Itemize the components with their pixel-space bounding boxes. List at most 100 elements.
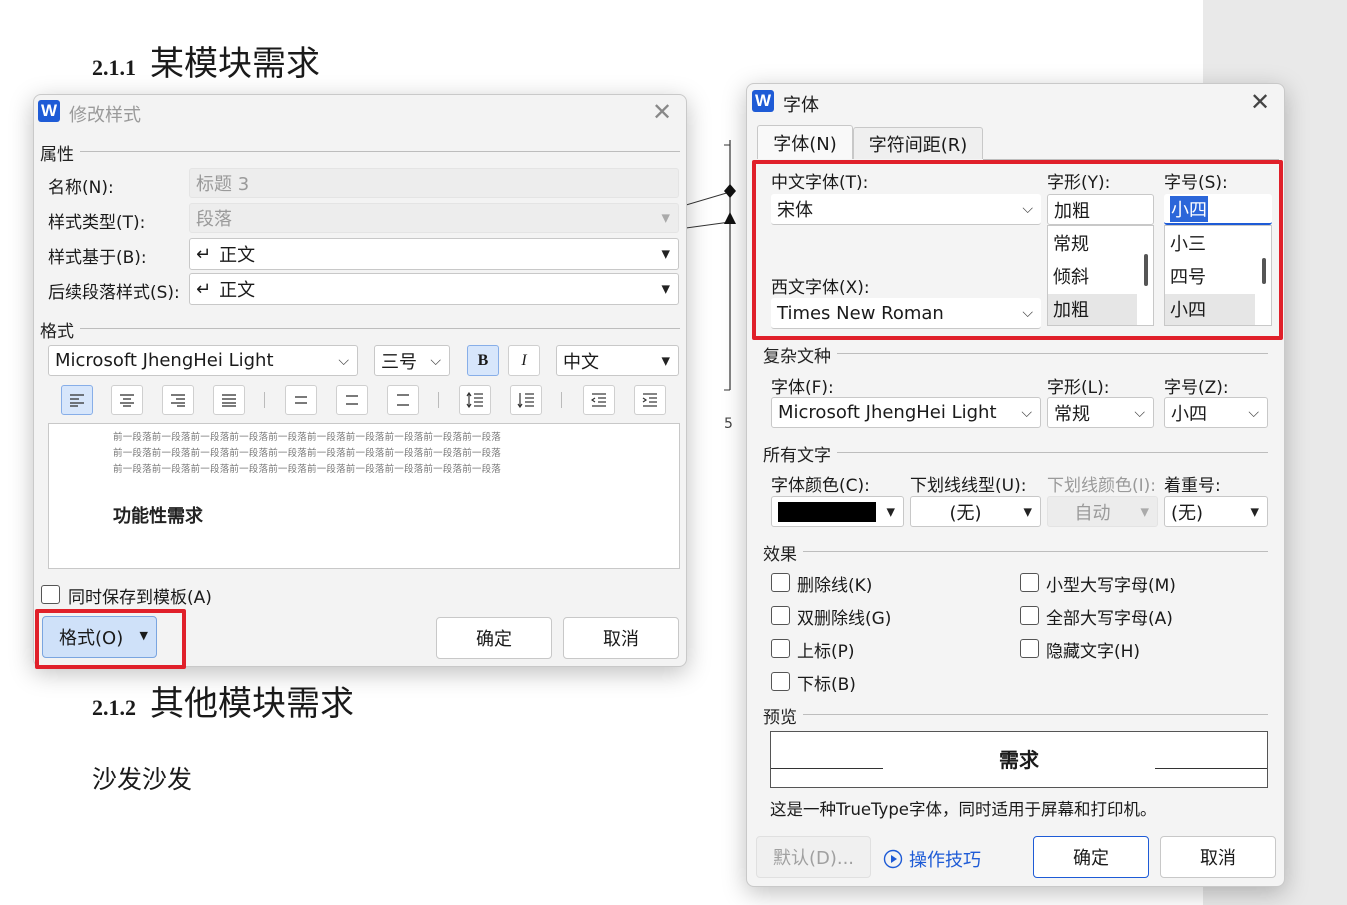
name-value: 标题 3 [196, 174, 250, 195]
ok-button[interactable]: 确定 [436, 617, 552, 659]
superscript-label: 上标(P) [797, 642, 855, 662]
align-right-button[interactable] [162, 385, 194, 415]
small-caps-label: 小型大写字母(M) [1046, 576, 1176, 596]
underline-style-label: 下划线线型(U): [910, 476, 1027, 496]
chevron-down-icon: ⌵ [338, 352, 349, 369]
heading-text: 其他模块需求 [150, 684, 354, 724]
caret-down-icon: ▼ [1023, 505, 1032, 518]
complex-size-select[interactable]: 小四 ⌵ [1164, 397, 1268, 428]
tab-character-spacing[interactable]: 字符间距(R) [853, 127, 983, 159]
chevron-down-icon: ⌵ [1248, 404, 1259, 421]
space-before-button[interactable] [459, 385, 491, 415]
subscript-checkbox[interactable] [771, 672, 790, 691]
italic-button[interactable]: I [508, 345, 540, 376]
underline-style-select[interactable]: (无) ▼ [910, 496, 1041, 527]
increase-indent-button[interactable] [634, 385, 666, 415]
default-button: 默认(D)... [756, 836, 871, 878]
close-icon[interactable]: ✕ [1247, 89, 1273, 115]
format-button-highlight [35, 609, 186, 669]
space-after-button[interactable] [510, 385, 542, 415]
save-to-template-label: 同时保存到模板(A) [68, 588, 212, 608]
language-value: 中文 [563, 351, 599, 373]
font-color-label: 字体颜色(C): [771, 476, 870, 496]
superscript-checkbox[interactable] [771, 639, 790, 658]
font-preview-box: 需求 [770, 731, 1268, 788]
preview-prev-paragraph-1: 前一段落前一段落前一段落前一段落前一段落前一段落前一段落前一段落前一段落前一段落 [113, 432, 502, 443]
paragraph-mark-icon: ↵ [196, 278, 212, 300]
bold-button[interactable]: B [467, 345, 499, 376]
cancel-button[interactable]: 取消 [1160, 836, 1276, 878]
next-style-label: 后续段落样式(S): [48, 283, 180, 303]
all-caps-checkbox[interactable] [1020, 606, 1039, 625]
emphasis-mark-select[interactable]: (无) ▼ [1164, 496, 1268, 527]
divider [837, 452, 1268, 453]
heading-2-1-2: 2.1.2 其他模块需求 [92, 676, 354, 725]
section-all-text: 所有文字 [763, 446, 831, 466]
diagram-label: 5 [724, 416, 733, 432]
font-color-select[interactable]: ▼ [771, 496, 904, 527]
tab-font[interactable]: 字体(N) [757, 125, 853, 159]
align-left-button[interactable] [61, 385, 93, 415]
complex-font-select[interactable]: Microsoft JhengHei Light ⌵ [771, 397, 1041, 428]
title-bar[interactable]: W 字体 ✕ [747, 84, 1284, 118]
style-type-select: 段落 ▼ [189, 203, 679, 233]
font-size-select[interactable]: 三号 ⌵ [374, 345, 450, 376]
heading-number: 2.1.2 [92, 695, 136, 720]
caret-down-icon: ▼ [886, 505, 895, 518]
next-style-select[interactable]: ↵ 正文 ▼ [189, 273, 679, 305]
emphasis-mark-value: (无) [1171, 502, 1204, 524]
heading-number: 2.1.1 [92, 55, 136, 80]
caret-down-icon: ▼ [661, 211, 670, 225]
chevron-down-icon: ⌵ [1021, 404, 1032, 421]
hidden-text-checkbox[interactable] [1020, 639, 1039, 658]
divider [80, 151, 680, 152]
color-swatch [778, 501, 876, 522]
body-paragraph: 沙发沙发 [92, 765, 193, 794]
small-caps-checkbox[interactable] [1020, 573, 1039, 592]
chevron-down-icon: ⌵ [1134, 404, 1145, 421]
line-spacing-single-button[interactable] [285, 385, 317, 415]
wps-logo-icon: W [38, 100, 60, 122]
decrease-indent-button[interactable] [583, 385, 615, 415]
name-input: 标题 3 [189, 168, 679, 198]
complex-size-label: 字号(Z): [1164, 378, 1229, 398]
divider [803, 714, 1268, 715]
section-effects: 效果 [763, 545, 797, 565]
underline-color-value: 自动 [1074, 502, 1111, 524]
dialog-title: 修改样式 [69, 105, 141, 126]
increase-indent-icon [642, 393, 657, 407]
align-right-icon [171, 394, 185, 407]
complex-style-select[interactable]: 常规 ⌵ [1047, 397, 1154, 428]
line-spacing-double-button[interactable] [387, 385, 419, 415]
cancel-button[interactable]: 取消 [563, 617, 679, 659]
align-left-icon [70, 394, 84, 407]
style-preview-box: 前一段落前一段落前一段落前一段落前一段落前一段落前一段落前一段落前一段落前一段落… [48, 423, 680, 569]
line-spacing-single-icon [295, 396, 307, 404]
caret-down-icon: ▼ [1140, 505, 1149, 518]
font-name-select[interactable]: Microsoft JhengHei Light ⌵ [48, 345, 358, 376]
based-on-select[interactable]: ↵ 正文 ▼ [189, 238, 679, 270]
wps-logo-icon: W [752, 90, 774, 112]
line-spacing-1-5-button[interactable] [336, 385, 368, 415]
heading-text: 某模块需求 [150, 44, 320, 84]
underline-color-label: 下划线颜色(I): [1047, 476, 1157, 496]
based-on-value: 正文 [219, 245, 256, 266]
double-strikethrough-checkbox[interactable] [771, 606, 790, 625]
align-center-button[interactable] [111, 385, 143, 415]
strikethrough-checkbox[interactable] [771, 573, 790, 592]
ok-button[interactable]: 确定 [1033, 836, 1149, 878]
close-icon[interactable]: ✕ [649, 99, 675, 125]
caret-down-icon: ▼ [1250, 505, 1259, 518]
section-properties: 属性 [40, 145, 74, 165]
title-bar[interactable]: W 修改样式 ✕ [34, 95, 686, 129]
preview-sample-text: 功能性需求 [113, 506, 203, 527]
toolbar-separator [561, 392, 562, 408]
justify-button[interactable] [213, 385, 245, 415]
emphasis-mark-label: 着重号: [1164, 476, 1221, 496]
complex-style-label: 字形(L): [1047, 378, 1110, 398]
based-on-label: 样式基于(B): [48, 248, 147, 268]
font-name-value: Microsoft JhengHei Light [55, 350, 274, 371]
language-select[interactable]: 中文 ▼ [556, 345, 679, 376]
tips-link[interactable]: 操作技巧 [883, 846, 981, 872]
save-to-template-checkbox[interactable] [41, 585, 60, 604]
